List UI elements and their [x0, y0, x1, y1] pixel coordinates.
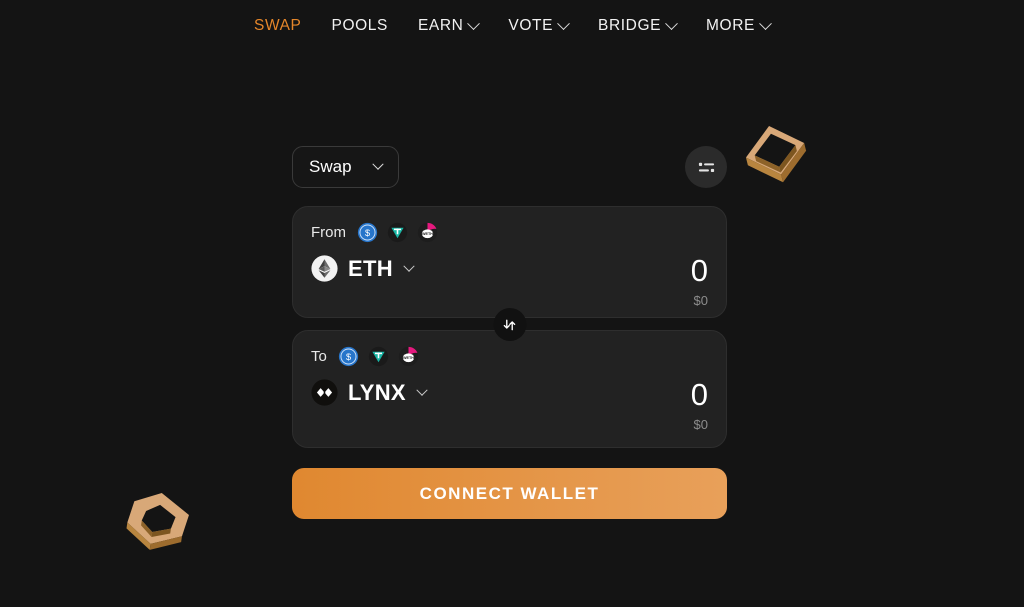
from-card-body: ETH $0: [311, 255, 708, 308]
quick-token-weth-icon[interactable]: WETH: [417, 222, 438, 243]
nav-label-earn: EARN: [417, 17, 464, 34]
svg-text:WETH: WETH: [403, 356, 414, 360]
swap-mode-dropdown[interactable]: Swap: [292, 146, 399, 188]
swap-widget: Swap From $ WETH ETH 0 $0 To $ WETH LYNX…: [292, 146, 727, 519]
nav-label-more: MORE: [706, 17, 755, 34]
to-usd-value: $0: [693, 416, 708, 432]
quick-token-weth-icon[interactable]: WETH: [398, 346, 419, 367]
floating-diamond-bottom-left: [126, 492, 189, 550]
settings-button[interactable]: [685, 146, 727, 188]
quick-token-usdc-icon[interactable]: $: [338, 346, 359, 367]
quick-token-usdc-icon[interactable]: $: [357, 222, 378, 243]
from-token-symbol: ETH: [348, 255, 393, 281]
to-card-body: LYNX $0: [311, 379, 708, 432]
svg-text:WETH: WETH: [422, 232, 433, 236]
to-token-selector[interactable]: LYNX: [311, 379, 428, 406]
from-token-card: From $ WETH ETH 0 $0: [292, 206, 727, 318]
chevron-down-icon: [416, 384, 428, 396]
chevron-down-icon: [557, 16, 570, 30]
floating-diamond-top-right: [745, 125, 807, 183]
quick-token-usdt-icon[interactable]: [387, 222, 408, 243]
svg-text:$: $: [346, 352, 351, 362]
app-root: SWAP POOLS EARN VOTE BRIDGE MORE Swap Fr…: [0, 0, 1024, 607]
flip-tokens-button[interactable]: [493, 308, 526, 341]
to-amount-wrapper: $0: [528, 379, 708, 432]
svg-text:$: $: [365, 228, 370, 238]
eth-icon: [311, 255, 338, 282]
nav-item-earn[interactable]: EARN: [417, 16, 481, 35]
nav-item-more[interactable]: MORE: [706, 16, 772, 35]
nav-item-vote[interactable]: VOTE: [508, 16, 570, 35]
swap-mode-label: Swap: [309, 157, 352, 176]
nav-label-swap: SWAP: [254, 17, 302, 34]
widget-header: Swap: [292, 146, 727, 188]
nav-item-swap[interactable]: SWAP: [254, 17, 301, 35]
swap-vertical-icon: [503, 319, 516, 330]
nav-item-bridge[interactable]: BRIDGE: [598, 16, 678, 35]
from-label: From: [311, 223, 346, 241]
chevron-down-icon: [403, 260, 415, 272]
connect-wallet-button[interactable]: CONNECT WALLET: [292, 468, 727, 519]
nav-label-vote: VOTE: [508, 17, 554, 34]
nav-label-bridge: BRIDGE: [598, 17, 662, 34]
to-token-symbol: LYNX: [348, 379, 406, 405]
main-navigation: SWAP POOLS EARN VOTE BRIDGE MORE: [0, 0, 1024, 52]
nav-label-pools: POOLS: [331, 17, 388, 34]
from-amount-input[interactable]: [528, 255, 708, 288]
from-usd-value: $0: [693, 292, 708, 308]
nav-item-pools[interactable]: POOLS: [332, 17, 388, 35]
lynx-icon: [311, 379, 338, 406]
from-amount-wrapper: $0: [528, 255, 708, 308]
to-amount-input[interactable]: [528, 379, 708, 412]
from-card-header: From $ WETH: [311, 221, 708, 243]
chevron-down-icon: [371, 158, 384, 170]
to-label: To: [311, 347, 327, 365]
sliders-icon: [698, 162, 714, 172]
to-token-card: To $ WETH LYNX 0 $0: [292, 330, 727, 448]
quick-token-usdt-icon[interactable]: [368, 346, 389, 367]
chevron-down-icon: [467, 16, 481, 30]
from-token-selector[interactable]: ETH: [311, 255, 415, 282]
chevron-down-icon: [665, 16, 678, 30]
to-card-header: To $ WETH: [311, 345, 708, 367]
chevron-down-icon: [759, 16, 772, 30]
